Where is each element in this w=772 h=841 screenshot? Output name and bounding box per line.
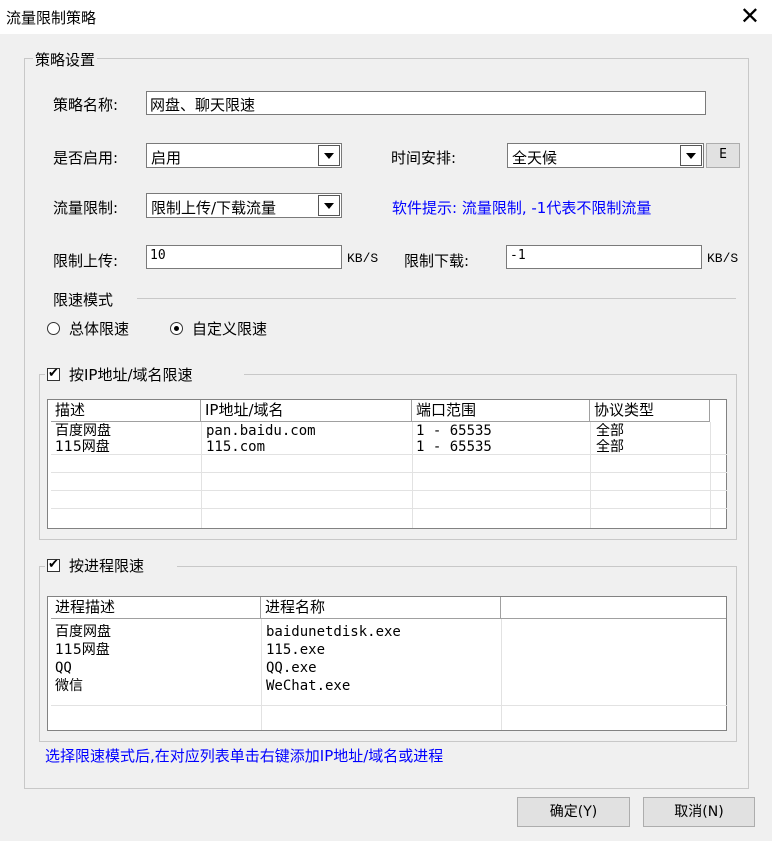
- ip-row-1-port[interactable]: 1 - 65535: [416, 423, 492, 439]
- checkmark-icon: ✔: [48, 366, 59, 381]
- chevron-down-icon: [324, 153, 334, 159]
- title-bar: [0, 0, 772, 34]
- policy-name-input[interactable]: 网盘、聊天限速: [146, 91, 706, 115]
- process-row-4-desc[interactable]: 微信: [55, 678, 83, 694]
- ip-list-header-port[interactable]: 端口范围: [412, 400, 590, 422]
- ip-list-header-desc[interactable]: 描述: [51, 400, 201, 422]
- mode-overall-label[interactable]: 总体限速: [69, 318, 129, 339]
- grid-line: [201, 422, 202, 528]
- grid-line: [51, 705, 727, 706]
- download-limit-input[interactable]: -1: [506, 245, 702, 269]
- process-list-header-name[interactable]: 进程名称: [261, 597, 501, 619]
- close-icon[interactable]: ✕: [740, 2, 760, 30]
- limit-hint-text: 软件提示: 流量限制, -1代表不限制流量: [392, 199, 652, 217]
- ip-list[interactable]: 描述 IP地址/域名 端口范围 协议类型 百度网盘 pan.baidu.com …: [47, 399, 727, 529]
- ip-row-1-desc[interactable]: 百度网盘: [55, 423, 111, 439]
- mode-overall-radio[interactable]: [47, 322, 60, 335]
- process-limit-checkbox[interactable]: ✔: [47, 557, 60, 572]
- schedule-edit-button[interactable]: E: [706, 143, 740, 168]
- process-row-1-desc[interactable]: 百度网盘: [55, 624, 111, 640]
- checkmark-icon: ✔: [48, 557, 59, 572]
- process-row-4-name[interactable]: WeChat.exe: [266, 678, 350, 694]
- radio-selected-dot: [174, 326, 179, 331]
- speed-mode-legend: 限速模式: [53, 291, 114, 309]
- enabled-label: 是否启用:: [53, 149, 119, 167]
- ip-row-1-protocol[interactable]: 全部: [596, 423, 624, 439]
- enabled-select-value: 启用: [151, 149, 182, 167]
- download-limit-label: 限制下载:: [404, 252, 470, 270]
- process-list-header-blank[interactable]: [501, 597, 726, 619]
- schedule-select-value: 全天候: [512, 149, 558, 167]
- process-list[interactable]: 进程描述 进程名称 百度网盘 baidunetdisk.exe 115网盘 11…: [47, 596, 727, 731]
- limit-type-dropdown-button[interactable]: [318, 195, 340, 216]
- ip-limit-checkbox[interactable]: ✔: [47, 366, 60, 381]
- limit-type-select[interactable]: 限制上传/下载流量: [146, 193, 342, 218]
- upload-limit-label: 限制上传:: [53, 252, 119, 270]
- limit-type-select-value: 限制上传/下载流量: [151, 199, 277, 217]
- window-title: 流量限制策略: [6, 9, 97, 27]
- grid-line: [51, 490, 727, 491]
- process-row-3-name[interactable]: QQ.exe: [266, 660, 317, 676]
- upload-unit: KB/S: [347, 251, 379, 266]
- ip-row-2-address[interactable]: 115.com: [206, 439, 265, 455]
- ip-row-2-desc[interactable]: 115网盘: [55, 439, 110, 455]
- process-limit-label[interactable]: 按进程限速: [69, 555, 144, 576]
- enabled-dropdown-button[interactable]: [318, 145, 340, 166]
- ip-row-2-port[interactable]: 1 - 65535: [416, 439, 492, 455]
- speed-mode-divider: [137, 298, 736, 299]
- download-unit: KB/S: [707, 251, 739, 266]
- process-list-header-desc[interactable]: 进程描述: [51, 597, 261, 619]
- ip-limit-label[interactable]: 按IP地址/域名限速: [69, 364, 193, 385]
- ip-list-header-protocol[interactable]: 协议类型: [590, 400, 710, 422]
- policy-settings-legend: 策略设置: [33, 49, 98, 70]
- grid-line: [51, 508, 727, 509]
- process-row-1-name[interactable]: baidunetdisk.exe: [266, 624, 401, 640]
- ok-button[interactable]: 确定(Y): [517, 797, 630, 827]
- chevron-down-icon: [324, 203, 334, 209]
- process-row-3-desc[interactable]: QQ: [55, 660, 72, 676]
- grid-line: [501, 619, 502, 730]
- schedule-label: 时间安排:: [391, 149, 457, 167]
- ip-row-2-protocol[interactable]: 全部: [596, 439, 624, 455]
- grid-line: [51, 472, 727, 473]
- footer-hint-text: 选择限速模式后,在对应列表单击右键添加IP地址/域名或进程: [45, 747, 444, 765]
- ip-row-1-address[interactable]: pan.baidu.com: [206, 423, 316, 439]
- upload-limit-input[interactable]: 10: [146, 245, 342, 269]
- process-row-2-desc[interactable]: 115网盘: [55, 642, 110, 658]
- grid-line: [51, 454, 727, 455]
- policy-name-label: 策略名称:: [53, 96, 119, 114]
- chevron-down-icon: [686, 153, 696, 159]
- mode-custom-radio[interactable]: [170, 322, 183, 335]
- mode-custom-label[interactable]: 自定义限速: [192, 318, 267, 339]
- ip-list-header-address[interactable]: IP地址/域名: [201, 400, 412, 422]
- grid-line: [710, 422, 711, 528]
- enabled-select[interactable]: 启用: [146, 143, 342, 168]
- grid-line: [412, 422, 413, 528]
- grid-line: [261, 619, 262, 730]
- schedule-dropdown-button[interactable]: [680, 145, 702, 166]
- process-row-2-name[interactable]: 115.exe: [266, 642, 325, 658]
- limit-type-label: 流量限制:: [53, 199, 119, 217]
- cancel-button[interactable]: 取消(N): [643, 797, 755, 827]
- schedule-select[interactable]: 全天候: [507, 143, 704, 168]
- grid-line: [590, 422, 591, 528]
